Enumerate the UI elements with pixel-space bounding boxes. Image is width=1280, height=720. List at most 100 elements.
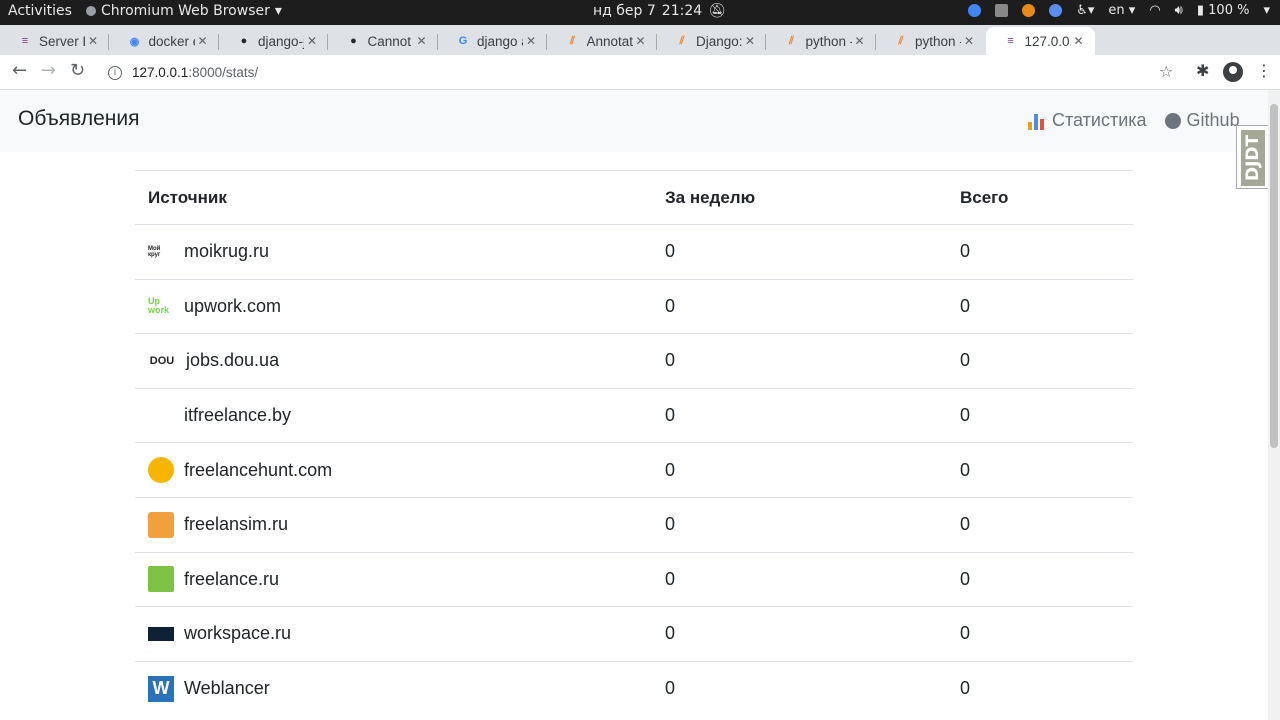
- extensions-puzzle-icon[interactable]: ✱: [1196, 61, 1209, 80]
- forward-button[interactable]: →: [41, 60, 56, 81]
- table-row: DOU jobs.dou.ua 0 0: [135, 333, 1133, 389]
- week-count: 0: [652, 224, 947, 280]
- nav-stats-link[interactable]: Статистика: [1028, 110, 1147, 131]
- chromium-icon: [86, 6, 96, 16]
- close-tab-icon[interactable]: ✕: [304, 34, 320, 48]
- tab-title: Annotat: [586, 33, 633, 49]
- google-icon: G: [458, 35, 468, 47]
- page-scrollbar[interactable]: [1268, 90, 1280, 720]
- close-tab-icon[interactable]: ✕: [414, 34, 430, 48]
- browser-tab[interactable]: ◉ docker e✕: [110, 27, 219, 55]
- page-viewport: Объявления Статистика Github DJDT Источн…: [0, 90, 1268, 720]
- table-row: freelansim.ru 0 0: [135, 496, 1133, 553]
- week-count: 0: [652, 333, 947, 389]
- tray-drive-icon[interactable]: [995, 4, 1009, 17]
- close-tab-icon[interactable]: ✕: [523, 34, 539, 48]
- close-tab-icon[interactable]: ✕: [742, 34, 758, 48]
- chrome-icon: ◉: [129, 35, 140, 48]
- browser-tab[interactable]: ⫽ python - ✕: [767, 27, 876, 55]
- close-tab-icon[interactable]: ✕: [633, 34, 649, 48]
- close-tab-icon[interactable]: ✕: [1071, 34, 1087, 48]
- browser-tab[interactable]: ≡ Server E✕: [0, 27, 109, 55]
- source-name: freelance.ru: [184, 568, 280, 589]
- source-name: moikrug.ru: [184, 241, 270, 262]
- tab-title: django a: [477, 33, 523, 49]
- table-row: Мой круг moikrug.ru 0 0: [135, 224, 1133, 280]
- tab-title: Cannot r: [367, 33, 414, 49]
- clock[interactable]: нд бер 7 21:24 🔕︎: [593, 3, 726, 19]
- debug-toolbar-label: DJDT: [1241, 130, 1265, 186]
- browser-toolbar: ← → ↻ i 127.0.0.1:8000/stats/ ☆ ✱ ⋮: [0, 55, 1280, 90]
- battery-indicator[interactable]: ▮ 100 %: [1197, 3, 1250, 18]
- bookmark-star-icon[interactable]: ☆: [1159, 62, 1173, 81]
- volume-icon[interactable]: 🔊︎: [1175, 3, 1183, 18]
- power-menu-icon[interactable]: ▾: [1263, 3, 1270, 18]
- close-tab-icon[interactable]: ✕: [195, 34, 211, 48]
- source-name: itfreelance.by: [184, 405, 292, 426]
- source-cell: W Weblancer: [135, 660, 652, 716]
- browser-tab[interactable]: ⫽ Django: ✕: [657, 27, 766, 55]
- site-info-icon[interactable]: i: [108, 65, 122, 80]
- nav-stats-label: Статистика: [1052, 110, 1147, 130]
- app-menu[interactable]: Chromium Web Browser ▾: [86, 3, 282, 19]
- close-tab-icon[interactable]: ✕: [852, 34, 868, 48]
- tab-title: Django:: [696, 33, 742, 49]
- url-path: :8000/stats/: [188, 65, 259, 80]
- header-total: Всего: [947, 170, 1133, 225]
- profile-avatar[interactable]: [1223, 62, 1243, 82]
- total-count: 0: [947, 496, 1133, 553]
- table-row: freelancehunt.com 0 0: [135, 442, 1133, 498]
- tray-extension-icon[interactable]: [1022, 4, 1036, 17]
- week-count: 0: [652, 606, 947, 662]
- system-top-bar: Activities Chromium Web Browser ▾ нд бер…: [0, 0, 1280, 25]
- browser-tab[interactable]: ⫽ python - ✕: [876, 27, 985, 55]
- stackoverflow-icon: ⫽: [898, 34, 904, 47]
- week-count: 0: [652, 551, 947, 607]
- week-count: 0: [652, 442, 947, 498]
- stackoverflow-icon: ⫽: [570, 34, 575, 47]
- wifi-icon[interactable]: ◠: [1149, 3, 1160, 18]
- back-button[interactable]: ←: [12, 60, 27, 81]
- site-brand[interactable]: Объявления: [18, 107, 139, 131]
- tray-status-icon[interactable]: [1049, 4, 1063, 17]
- browser-menu-icon[interactable]: ⋮: [1256, 61, 1272, 80]
- scrollbar-thumb[interactable]: [1270, 104, 1278, 448]
- accessibility-icon[interactable]: ♿︎▾: [1076, 3, 1094, 18]
- source-cell: Up work upwork.com: [135, 278, 652, 334]
- notifications-off-icon: 🔕︎: [708, 3, 726, 19]
- tab-title: docker e: [148, 33, 195, 49]
- source-cell: freelansim.ru: [135, 496, 652, 553]
- browser-tab[interactable]: ⫽ Annotat ✕: [548, 27, 657, 55]
- chevron-down-icon: ▾: [274, 3, 282, 19]
- reload-button[interactable]: ↻: [70, 60, 85, 81]
- source-name: freelansim.ru: [184, 514, 289, 535]
- total-count: 0: [947, 387, 1133, 443]
- total-count: 0: [947, 333, 1133, 389]
- debug-toolbar-handle[interactable]: DJDT: [1236, 125, 1268, 189]
- stats-table: Источник За неделю Всего Мой круг moikrug…: [135, 170, 1133, 716]
- browser-tab[interactable]: ● django-j ✕: [219, 27, 328, 55]
- browser-tab[interactable]: ● Cannot r✕: [329, 27, 438, 55]
- nav-github-link[interactable]: Github: [1164, 110, 1240, 131]
- table-row: freelance.ru 0 0: [135, 551, 1133, 607]
- activities-button[interactable]: Activities: [8, 3, 72, 19]
- week-count: 0: [652, 387, 947, 443]
- system-tray[interactable]: ♿︎▾ en ▾ ◠ 🔊︎ ▮ 100 % ▾: [968, 3, 1270, 18]
- table-header-row: Источник За неделю Всего: [135, 170, 1133, 225]
- total-count: 0: [947, 224, 1133, 280]
- tab-strip: ≡Server E✕◉docker e✕●django-j✕●Cannot r✕…: [0, 25, 1280, 79]
- battery-label: 100 %: [1208, 3, 1250, 18]
- language-indicator[interactable]: en ▾: [1108, 3, 1135, 18]
- source-cell: freelance.ru: [135, 551, 652, 607]
- address-bar[interactable]: i 127.0.0.1:8000/stats/: [100, 59, 1184, 86]
- tray-app-icon[interactable]: [968, 4, 982, 17]
- browser-tab[interactable]: Gdjango a✕: [438, 27, 547, 55]
- source-cell: DOU jobs.dou.ua: [135, 333, 652, 389]
- source-cell: Мой круг moikrug.ru: [135, 224, 652, 280]
- source-cell: itfreelance.by: [135, 387, 652, 443]
- close-tab-icon[interactable]: ✕: [961, 34, 977, 48]
- week-count: 0: [652, 278, 947, 334]
- bar-chart-icon: [1028, 112, 1046, 130]
- close-tab-icon[interactable]: ✕: [85, 34, 101, 48]
- browser-tab[interactable]: ≡ 127.0.0. ✕: [985, 27, 1095, 55]
